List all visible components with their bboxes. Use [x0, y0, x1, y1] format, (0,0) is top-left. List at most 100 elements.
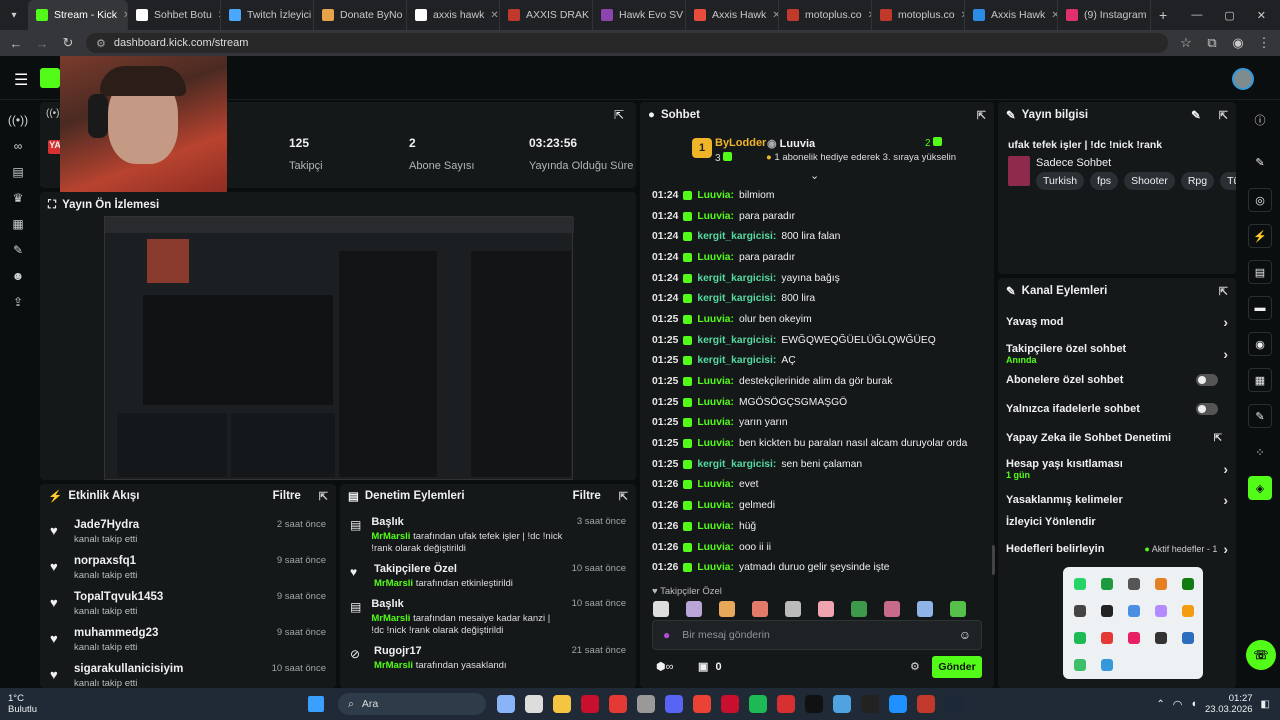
app-icon[interactable]: ◈ [1248, 476, 1272, 500]
taskbar-app-icon[interactable] [833, 695, 851, 713]
external-link-icon[interactable]: ⇱ [1214, 433, 1222, 444]
stream-tag[interactable]: fps [1090, 172, 1119, 190]
chat-username[interactable]: Luuvia: [697, 190, 734, 201]
camera-icon[interactable]: ◎ [1248, 188, 1272, 212]
tray-app-icon[interactable] [1066, 570, 1093, 597]
chat-message[interactable]: 01:25 kergit_kargicisi: sen beni çalaman [640, 454, 994, 475]
tray-app-icon[interactable] [1174, 570, 1201, 597]
chevron-right-icon[interactable]: › [1223, 314, 1228, 330]
activity-item[interactable]: ♥ TopalTqvuk1453 kanalı takip etti 9 saat ö… [40, 591, 336, 627]
activity-username[interactable]: Jade7Hydra [74, 519, 139, 531]
info-popout-icon[interactable]: ⇱ [1219, 109, 1228, 122]
windows-start-icon[interactable] [308, 696, 324, 712]
emote-icon[interactable] [884, 601, 900, 617]
chat-message[interactable]: 01:24 Luuvia: bilmiom [640, 185, 994, 206]
emote-icon[interactable] [950, 601, 966, 617]
activity-username[interactable]: norpaxsfq1 [74, 555, 137, 567]
popout-icon[interactable]: ⇱ [614, 108, 624, 122]
activity-item[interactable]: ♥ norpaxsfq1 kanalı takip etti 9 saat önce [40, 555, 336, 591]
channel-action-row[interactable]: Hedefleri belirleyin ● Aktif hedefler - 1… [998, 541, 1236, 557]
channel-action-row[interactable]: İzleyici Yönlendir [998, 516, 1236, 528]
taskbar-app-icon[interactable] [861, 695, 879, 713]
taskbar-app-icon[interactable] [889, 695, 907, 713]
send-button[interactable]: Gönder [932, 656, 982, 678]
browser-tab[interactable]: (9) Instagram✕ [1058, 0, 1151, 30]
upload-icon[interactable]: ⇪ [0, 289, 36, 315]
pencil-icon[interactable]: ✎ [1248, 150, 1272, 174]
flash-icon[interactable]: ⚡ [1248, 224, 1272, 248]
tray-app-icon[interactable] [1093, 597, 1120, 624]
tray-chevron-icon[interactable]: ⌃ [1156, 699, 1164, 710]
chat-username[interactable]: kergit_kargicisi: [697, 293, 776, 304]
channel-action-row[interactable]: Yasaklanmış kelimeler › [998, 492, 1236, 508]
chat-message[interactable]: 01:25 Luuvia: yarın yarın [640, 413, 994, 434]
dots-icon[interactable]: ⁘ [1248, 440, 1272, 464]
chat-message[interactable]: 01:25 Luuvia: destekçilerinide alim da gör… [640, 371, 994, 392]
chevron-right-icon[interactable]: › [1223, 492, 1228, 508]
browser-tab[interactable]: Twitch İzleyici✕ [221, 0, 314, 30]
taskbar-search[interactable]: ⌕ Ara [338, 693, 486, 715]
activity-filter-button[interactable]: Filtre [273, 490, 301, 502]
tab-close-icon[interactable]: ✕ [490, 10, 498, 21]
moderator-name[interactable]: MrMarsli [374, 660, 413, 671]
chat-bubble-icon[interactable]: ▬ [1248, 296, 1272, 320]
menu-dots-icon[interactable]: ⋮ [1256, 35, 1272, 51]
taskbar-app-icon[interactable] [749, 695, 767, 713]
tray-app-icon[interactable] [1147, 570, 1174, 597]
maximize-icon[interactable]: ▢ [1224, 9, 1234, 22]
moderator-name[interactable]: MrMarsli [371, 531, 410, 542]
analytics-icon[interactable]: ▤ [0, 159, 36, 185]
tray-app-icon[interactable] [1120, 597, 1147, 624]
tray-app-icon[interactable] [1093, 624, 1120, 651]
activity-username[interactable]: muhammedg23 [74, 627, 158, 639]
channel-action-row[interactable]: Abonelere özel sohbet [998, 374, 1236, 386]
tray-app-icon[interactable] [1066, 624, 1093, 651]
moderator-name[interactable]: MrMarsli [371, 613, 410, 624]
emote-icon[interactable] [851, 601, 867, 617]
channel-action-row[interactable]: Yalnızca ifadelerle sohbet [998, 403, 1236, 415]
chat-message[interactable]: 01:25 Luuvia: ben kickten bu paraları nası… [640, 433, 994, 454]
chat-message[interactable]: 01:24 kergit_kargicisi: yayına bağış [640, 268, 994, 289]
emote-icon[interactable] [719, 601, 735, 617]
chevron-down-icon[interactable]: ⌄ [810, 169, 819, 182]
url-field[interactable]: ⚙ dashboard.kick.com/stream [86, 33, 1168, 53]
activity-username[interactable]: TopalTqvuk1453 [74, 591, 163, 603]
taskbar-app-icon[interactable] [721, 695, 739, 713]
taskbar-app-icon[interactable] [945, 695, 963, 713]
chat-popout-icon[interactable]: ⇱ [977, 109, 986, 122]
moderation-item[interactable]: ⊘ Rugojr17 MrMarsli tarafından yasaklandı 2… [340, 645, 636, 672]
channel-action-row[interactable]: Yavaş mod › [998, 314, 1236, 330]
chat-username[interactable]: Luuvia: [697, 521, 734, 532]
broadcast-icon[interactable]: ◉ [1248, 332, 1272, 356]
weather-widget[interactable]: 1°C Bulutlu [0, 693, 60, 715]
moderator-name[interactable]: MrMarsli [374, 578, 413, 589]
chat-username[interactable]: Luuvia: [697, 211, 734, 222]
chat-username[interactable]: Luuvia: [697, 479, 734, 490]
tray-app-icon[interactable] [1093, 570, 1120, 597]
chat-username[interactable]: Luuvia: [697, 397, 734, 408]
tray-app-icon[interactable] [1120, 624, 1147, 651]
clock[interactable]: 01:27 23.03.2026 [1205, 693, 1253, 715]
tray-app-icon[interactable] [1147, 624, 1174, 651]
taskbar-app-icon[interactable] [917, 695, 935, 713]
moderation-item[interactable]: ▤ Başlık MrMarsli tarafından mesaiye kadar… [340, 598, 636, 637]
new-tab-button[interactable]: + [1159, 7, 1167, 23]
top-gifter-name[interactable]: ByLodder [715, 137, 766, 149]
chat-username[interactable]: kergit_kargicisi: [697, 273, 776, 284]
tool-icon[interactable]: ✎ [1248, 404, 1272, 428]
taskbar-app-icon[interactable] [637, 695, 655, 713]
emote-icon[interactable] [653, 601, 669, 617]
extensions-icon[interactable]: ⧉ [1204, 35, 1220, 51]
browser-tab[interactable]: axxis hawk ✕ [407, 0, 500, 30]
chat-message[interactable]: 01:25 Luuvia: olur ben okeyim [640, 309, 994, 330]
emote-icon[interactable] [752, 601, 768, 617]
kick-logo[interactable] [40, 68, 60, 88]
browser-tab[interactable]: AXXIS DRAK✕ [500, 0, 593, 30]
chevron-right-icon[interactable]: › [1223, 461, 1228, 477]
browser-tab[interactable]: Axxis Hawk ✕ [965, 0, 1058, 30]
chat-username[interactable]: kergit_kargicisi: [697, 355, 776, 366]
chat-username[interactable]: kergit_kargicisi: [697, 335, 776, 346]
points-icon[interactable]: ⬢∞ [656, 660, 673, 673]
taskbar-app-icon[interactable] [693, 695, 711, 713]
browser-tab[interactable]: Stream - Kick✕ [28, 0, 128, 30]
